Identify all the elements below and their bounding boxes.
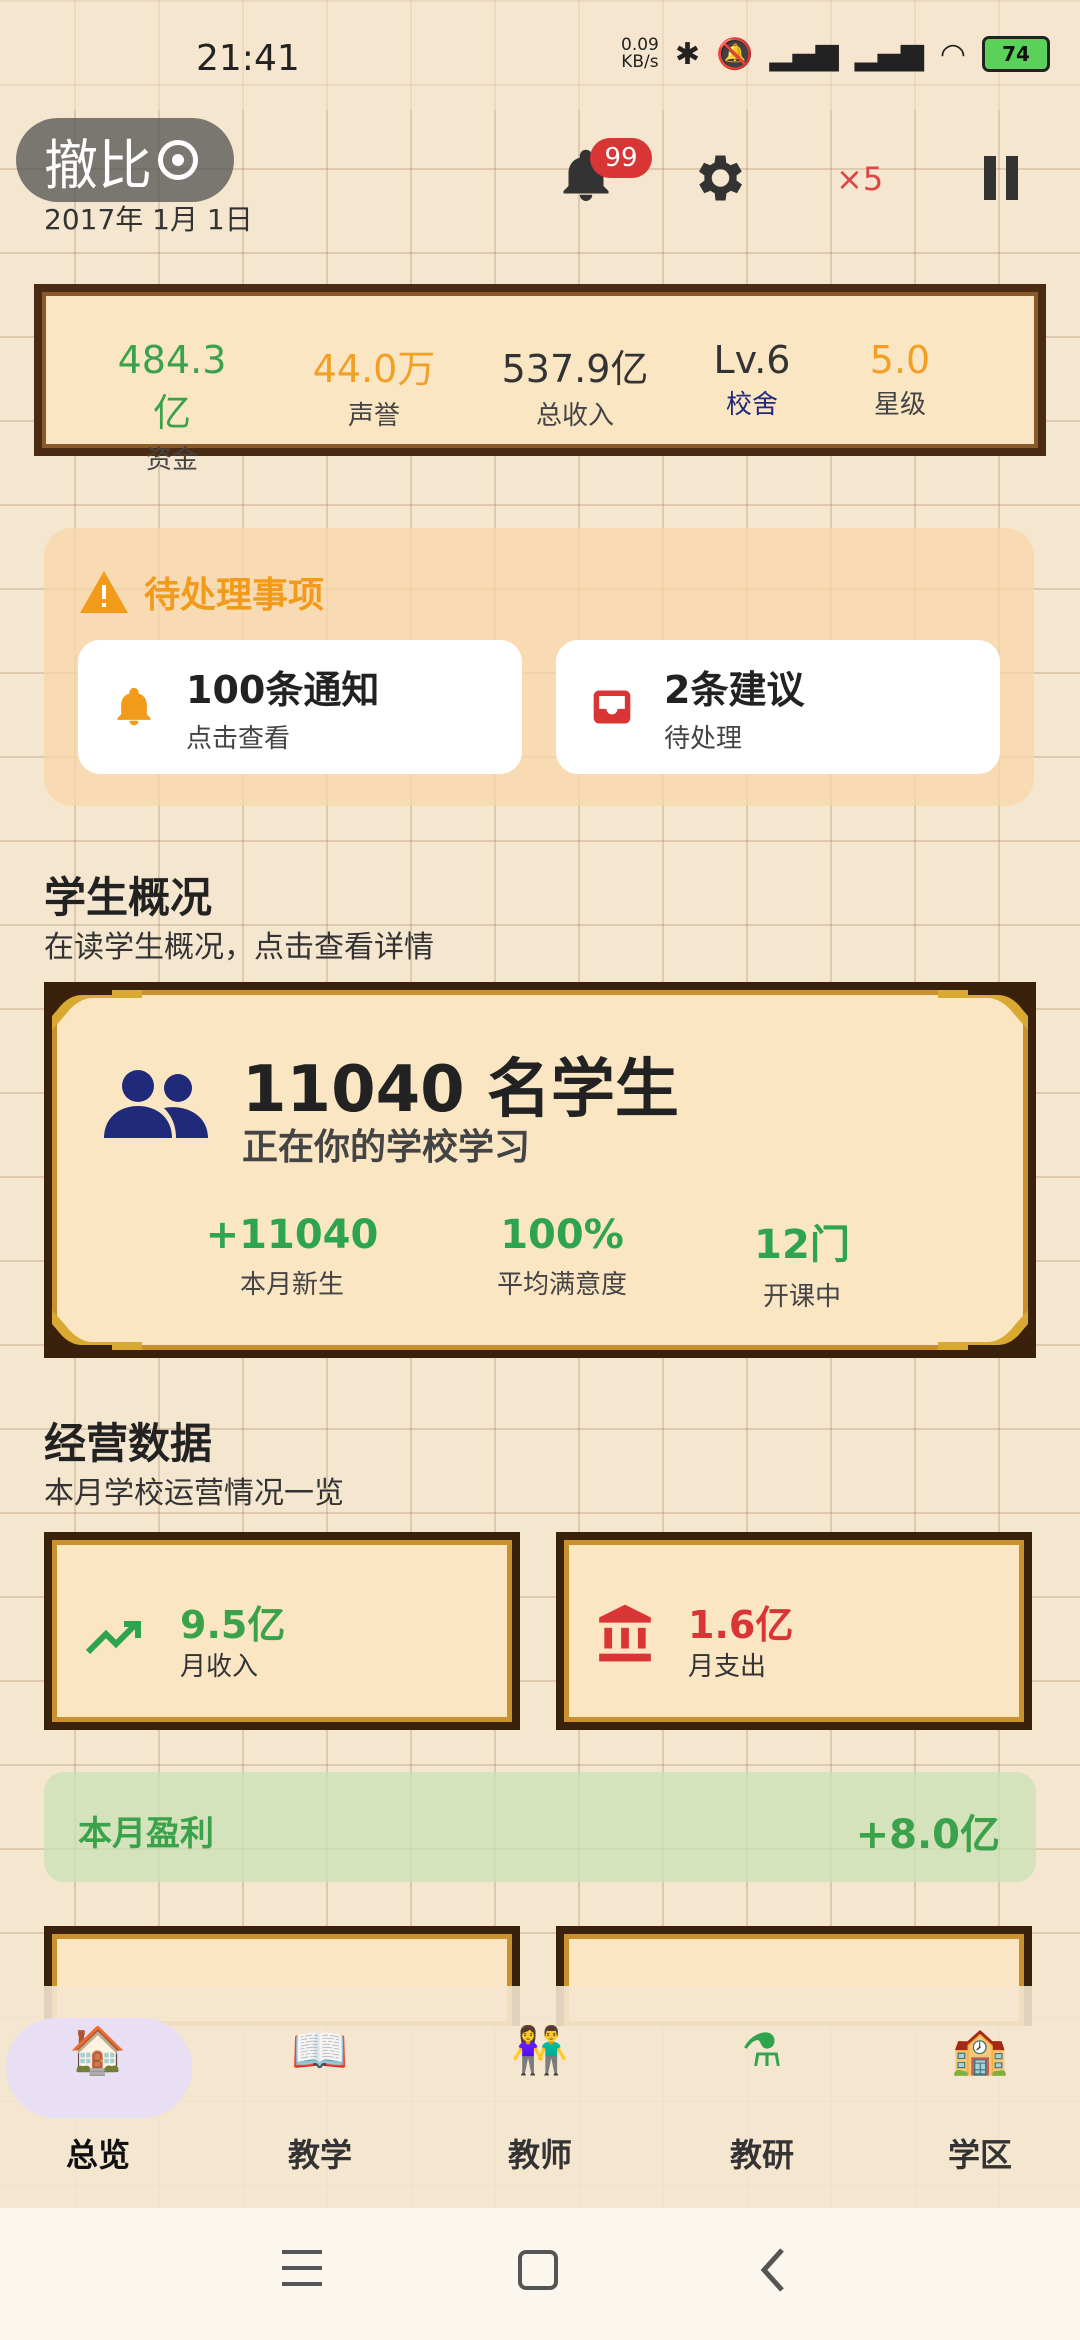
game-speed-button[interactable]: ×5 [836, 160, 883, 198]
monthly-income-card[interactable]: 9.5亿 月收入 [44, 1532, 520, 1730]
pending-title: 待处理事项 [80, 566, 324, 618]
teachers-icon: 👫 [511, 2023, 569, 2077]
profit-label: 本月盈利 [78, 1814, 214, 1854]
students-section-subtitle: 在读学生概况，点击查看详情 [44, 930, 434, 965]
students-group-icon [104, 1070, 208, 1138]
notifications-card[interactable]: 100条通知 点击查看 [78, 640, 522, 774]
pause-icon [984, 156, 996, 200]
nav-item-overview[interactable]: 🏠 总览 [28, 2020, 168, 2176]
book-icon: 📖 [291, 2023, 349, 2077]
signal-icon: ▂▄▆ [769, 36, 839, 72]
pause-button[interactable] [984, 156, 1024, 200]
wifi-icon: ◠ [939, 36, 966, 72]
school-building-icon: 🏫 [951, 2023, 1009, 2077]
stat-campus-level: Lv.6 校舍 [713, 338, 791, 420]
nav-item-district[interactable]: 🏫 学区 [910, 2020, 1050, 2176]
user-pill[interactable]: 撤比 [16, 118, 234, 202]
signal-icon: ▂▄▆ [854, 36, 924, 72]
menu-icon[interactable] [282, 2250, 322, 2286]
student-desc: 正在你的学校学习 [242, 1127, 531, 1168]
warning-icon [80, 571, 128, 613]
bell-icon [117, 687, 151, 726]
students-overview-card[interactable]: 11040 名学生 正在你的学校学习 +11040 本月新生 100% 平均满意… [44, 982, 1036, 1358]
stat-reputation: 44.0万 声誉 [312, 347, 436, 431]
monthly-expense-card[interactable]: 1.6亿 月支出 [556, 1532, 1032, 1730]
school-house-icon: 🏠 [69, 2023, 127, 2077]
game-date: 2017年 1月 1日 [44, 203, 253, 236]
ornament-corner [938, 1310, 1028, 1350]
ornament-corner [52, 1310, 142, 1350]
expense-value: 1.6亿 [688, 1603, 794, 1647]
record-icon [158, 140, 198, 180]
pill-text: 撤比 [44, 133, 152, 197]
nav-item-teaching[interactable]: 📖 教学 [250, 2020, 390, 2176]
flask-icon: ⚗ [741, 2023, 783, 2077]
students-section-title: 学生概况 [44, 873, 213, 922]
stats-panel: 484.3亿 资金 44.0万 声誉 537.9亿 总收入 Lv.6 校舍 5.… [34, 284, 1046, 475]
status-icons: 0.09 KB/s ✱ 🔕 ▂▄▆ ▂▄▆ ◠ 74 [621, 36, 1050, 72]
business-section-subtitle: 本月学校运营情况一览 [44, 1476, 344, 1511]
ornament-corner [938, 990, 1028, 1030]
expense-label: 月支出 [688, 1652, 767, 1682]
back-icon[interactable] [758, 2246, 788, 2294]
metric-courses: 12门 开课中 [754, 1222, 850, 1312]
nav-item-teachers[interactable]: 👫 教师 [470, 2020, 610, 2176]
monthly-profit-bar: 本月盈利 +8.0亿 [44, 1772, 1036, 1882]
stat-star-rating: 5.0 星级 [869, 338, 931, 420]
battery-icon: 74 [982, 36, 1050, 72]
student-count: 11040 名学生 [242, 1053, 679, 1127]
network-speed: 0.09 KB/s [621, 35, 659, 72]
notification-badge: 99 [590, 138, 652, 178]
clock: 21:41 [196, 38, 300, 79]
nav-item-research[interactable]: ⚗ 教研 [692, 2020, 832, 2176]
stat-total-income: 537.9亿 总收入 [501, 347, 649, 431]
stat-funds: 484.3亿 资金 [117, 338, 227, 475]
bank-icon [599, 1604, 651, 1662]
settings-gear-icon[interactable] [688, 148, 748, 208]
profit-value: +8.0亿 [855, 1812, 1000, 1858]
metric-satisfaction: 100% 平均满意度 [496, 1212, 627, 1300]
inbox-icon [593, 690, 631, 724]
trending-up-icon [86, 1621, 141, 1655]
bluetooth-icon: ✱ [674, 36, 701, 72]
ornament-corner [52, 990, 142, 1030]
income-value: 9.5亿 [180, 1603, 286, 1647]
mute-icon: 🔕 [716, 36, 754, 72]
business-section-title: 经营数据 [44, 1419, 213, 1468]
home-icon[interactable] [518, 2250, 558, 2290]
suggestions-card[interactable]: 2条建议 待处理 [556, 640, 1000, 774]
metric-new-students: +11040 本月新生 [205, 1212, 379, 1300]
income-label: 月收入 [180, 1652, 259, 1682]
